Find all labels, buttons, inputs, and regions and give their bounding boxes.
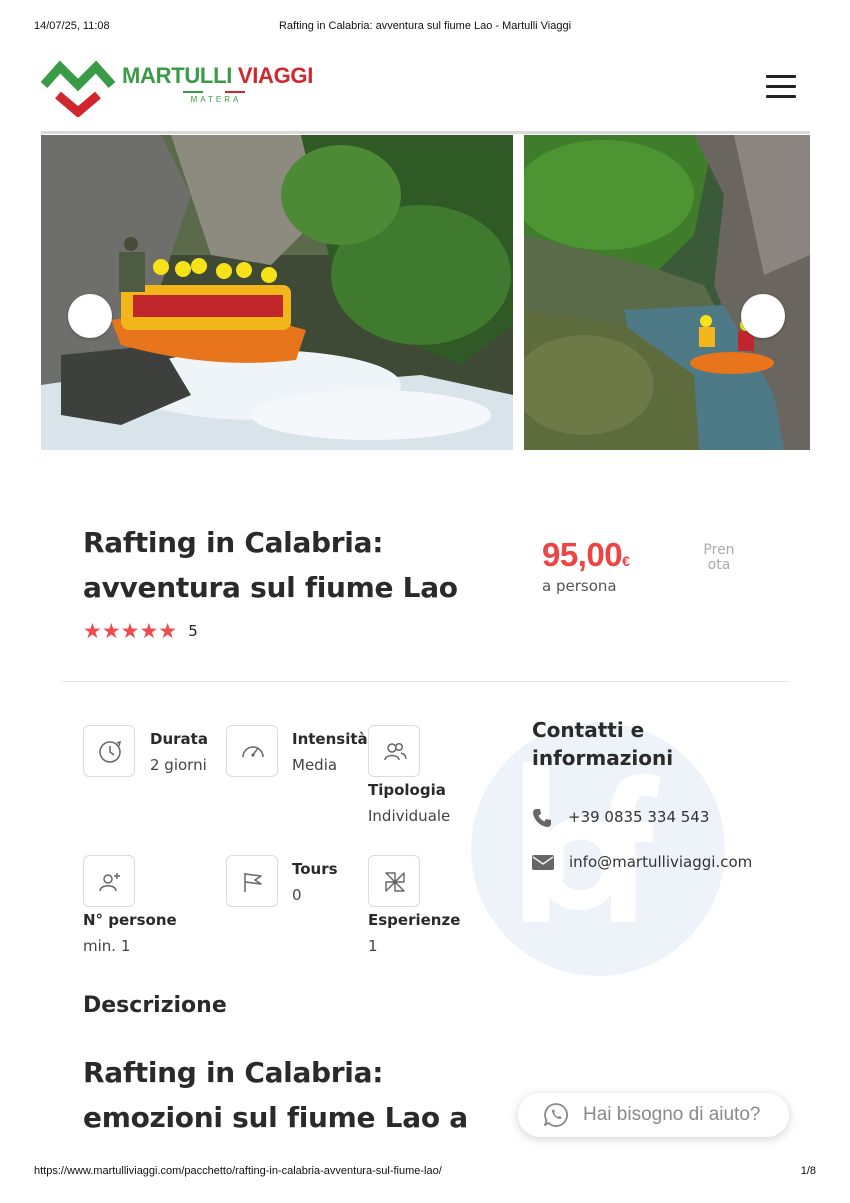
rating-value: 5 [188, 622, 198, 640]
contact-email-text: info@martulliviaggi.com [569, 853, 753, 871]
product-rating: ★★★★★ 5 [83, 619, 198, 643]
feature-tours: Tours 0 [226, 855, 366, 915]
print-header: 14/07/25, 11:08 Rafting in Calabria: avv… [34, 20, 816, 36]
help-label: Hai bisogno di aiuto? [583, 1104, 761, 1125]
flag-icon [226, 855, 278, 907]
site-logo[interactable]: MARTULLI VIAGGI MATERA [40, 55, 330, 117]
rafting-photo-image [41, 135, 513, 450]
contact-email[interactable]: info@martulliviaggi.com [532, 853, 752, 873]
envelope-icon [532, 855, 554, 870]
print-page-title: Rafting in Calabria: avventura sul fiume… [278, 20, 572, 32]
feature-value: 2 giorni [150, 756, 207, 774]
whatsapp-icon [544, 1103, 568, 1127]
section-divider [62, 681, 789, 682]
clock-icon [83, 725, 135, 777]
chevron-left-icon [84, 308, 94, 324]
feature-duration: Durata 2 giorni [83, 725, 223, 785]
gallery-photo-rafting-group[interactable] [41, 135, 513, 450]
logo-name-part2: VIAGGI [237, 63, 314, 88]
print-page-number: 1/8 [800, 1165, 816, 1177]
pinwheel-icon [368, 855, 420, 907]
speedometer-icon [226, 725, 278, 777]
feature-people: N° persone min. 1 [83, 855, 223, 960]
header-divider [41, 131, 810, 134]
book-button[interactable]: Prenota [702, 543, 736, 573]
contacts-title: Contatti e informazioni [532, 718, 674, 770]
product-price: 95,00€ [542, 536, 630, 574]
gallery-next-button[interactable] [741, 294, 785, 338]
logo-subtitle: MATERA [183, 91, 245, 105]
feature-label: Intensità [292, 730, 368, 748]
photo-gallery[interactable] [41, 135, 810, 450]
rating-stars-icon: ★★★★★ [83, 619, 178, 643]
price-amount: 95,00 [542, 536, 623, 573]
logo-mark-icon [40, 60, 116, 117]
print-footer: https://www.martulliviaggi.com/pacchetto… [34, 1165, 816, 1181]
description-heading: Descrizione [83, 993, 227, 1018]
logo-name-part1: MARTULLI [122, 63, 233, 88]
gallery-photo-canyon[interactable] [524, 135, 810, 450]
print-url: https://www.martulliviaggi.com/pacchetto… [34, 1165, 442, 1177]
feature-value: Individuale [368, 807, 451, 825]
users-icon [368, 725, 420, 777]
feature-label: Esperienze [368, 911, 461, 929]
price-unit: a persona [542, 577, 617, 595]
canyon-photo-image [524, 135, 810, 450]
contact-phone[interactable]: +39 0835 334 543 [532, 808, 752, 828]
phone-icon [533, 809, 551, 827]
feature-value: 0 [292, 886, 302, 904]
feature-label: N° persone [83, 911, 177, 929]
logo-bar-red [225, 91, 245, 93]
feature-value: Media [292, 756, 338, 774]
logo-wordmark: MARTULLI VIAGGI [122, 63, 313, 89]
feature-label: Tours [292, 860, 338, 878]
feature-value: 1 [368, 937, 378, 955]
whatsapp-help-button[interactable]: Hai bisogno di aiuto? [518, 1093, 789, 1137]
contact-phone-text: +39 0835 334 543 [568, 808, 710, 826]
chevron-right-icon [759, 308, 769, 324]
gallery-prev-button[interactable] [68, 294, 112, 338]
feature-value: min. 1 [83, 937, 131, 955]
content-heading: Rafting in Calabria: emozioni sul fiume … [83, 1056, 468, 1134]
logo-bar-green [183, 91, 203, 93]
logo-place: MATERA [190, 95, 242, 104]
price-currency: € [622, 553, 630, 569]
feature-intensity: Intensità Media [226, 725, 368, 785]
product-title: Rafting in Calabria: avventura sul fiume… [83, 526, 458, 604]
menu-hamburger-icon[interactable] [766, 75, 796, 99]
user-plus-icon [83, 855, 135, 907]
feature-label: Durata [150, 730, 208, 748]
feature-label: Tipologia [368, 781, 446, 799]
